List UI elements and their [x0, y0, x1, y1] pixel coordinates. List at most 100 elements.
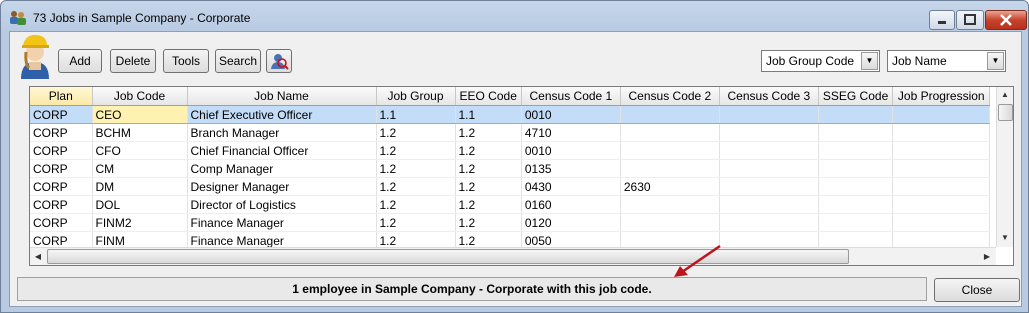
chevron-down-icon[interactable]: ▼: [987, 52, 1004, 70]
column-header[interactable]: SSEG Code: [818, 87, 894, 106]
table-cell[interactable]: [719, 213, 819, 232]
table-cell[interactable]: [620, 159, 720, 178]
table-cell[interactable]: CORP: [30, 141, 93, 160]
column-header[interactable]: Census Code 1: [521, 87, 621, 106]
table-cell[interactable]: [620, 141, 720, 160]
table-cell[interactable]: 1.1: [376, 105, 456, 124]
table-cell[interactable]: Comp Manager: [187, 159, 377, 178]
table-cell[interactable]: CORP: [30, 123, 93, 142]
column-header[interactable]: Job Code: [92, 87, 188, 106]
column-header[interactable]: Census Code 3: [719, 87, 819, 106]
table-cell[interactable]: 1.2: [455, 123, 522, 142]
table-cell[interactable]: DM: [92, 177, 188, 196]
table-cell[interactable]: [818, 105, 894, 124]
jobs-grid[interactable]: Plan Job Code Job Name Job Group EEO Cod…: [29, 86, 1014, 266]
table-cell[interactable]: [719, 159, 819, 178]
table-cell[interactable]: [892, 123, 991, 142]
table-cell[interactable]: 4710: [521, 123, 621, 142]
table-cell[interactable]: Chief Financial Officer: [187, 141, 377, 160]
table-cell[interactable]: 1.2: [376, 177, 456, 196]
table-row[interactable]: CORP FINM2 Finance Manager 1.2 1.2 0120: [30, 213, 991, 232]
table-cell[interactable]: 1.2: [455, 177, 522, 196]
table-cell[interactable]: 1.2: [376, 141, 456, 160]
column-header[interactable]: Job Group: [376, 87, 456, 106]
table-row[interactable]: CORP CM Comp Manager 1.2 1.2 0135: [30, 159, 991, 178]
scroll-right-icon[interactable]: ▶: [979, 248, 995, 265]
vertical-scroll-thumb[interactable]: [998, 104, 1013, 121]
column-header[interactable]: Plan: [30, 87, 93, 106]
table-cell[interactable]: 1.2: [455, 213, 522, 232]
table-cell[interactable]: CFO: [92, 141, 188, 160]
table-cell[interactable]: CORP: [30, 159, 93, 178]
table-cell[interactable]: 0010: [521, 141, 621, 160]
table-cell[interactable]: 2630: [620, 177, 720, 196]
table-cell[interactable]: 1.2: [455, 195, 522, 214]
table-cell[interactable]: [719, 123, 819, 142]
table-cell[interactable]: [892, 105, 991, 124]
table-cell[interactable]: 0120: [521, 213, 621, 232]
table-cell[interactable]: [719, 105, 819, 124]
table-cell[interactable]: [719, 141, 819, 160]
column-header[interactable]: Census Code 2: [620, 87, 720, 106]
table-cell[interactable]: 1.2: [376, 123, 456, 142]
column-header[interactable]: Job Progression: [892, 87, 991, 106]
table-cell[interactable]: [818, 177, 894, 196]
table-cell[interactable]: 0135: [521, 159, 621, 178]
table-row[interactable]: CORP CEO Chief Executive Officer 1.1 1.1 0010: [30, 105, 991, 124]
scroll-left-icon[interactable]: ◀: [30, 248, 46, 265]
job-group-code-select[interactable]: Job Group Code ▼: [761, 50, 880, 72]
table-cell[interactable]: [818, 159, 894, 178]
chevron-down-icon[interactable]: ▼: [861, 52, 878, 70]
table-cell[interactable]: [818, 213, 894, 232]
table-cell[interactable]: [620, 213, 720, 232]
table-cell[interactable]: 0160: [521, 195, 621, 214]
table-cell[interactable]: BCHM: [92, 123, 188, 142]
table-cell[interactable]: 0010: [521, 105, 621, 124]
minimize-button[interactable]: [929, 10, 955, 30]
scroll-down-icon[interactable]: ▼: [997, 230, 1013, 246]
table-row[interactable]: CORP DM Designer Manager 1.2 1.2 0430 2630: [30, 177, 991, 196]
table-cell[interactable]: [892, 177, 991, 196]
table-cell[interactable]: [719, 177, 819, 196]
table-cell[interactable]: CM: [92, 159, 188, 178]
table-cell[interactable]: Branch Manager: [187, 123, 377, 142]
table-cell[interactable]: Designer Manager: [187, 177, 377, 196]
title-bar[interactable]: 73 Jobs in Sample Company - Corporate: [1, 1, 1028, 35]
table-row[interactable]: CORP CFO Chief Financial Officer 1.2 1.2 0010: [30, 141, 991, 160]
table-cell[interactable]: 1.1: [455, 105, 522, 124]
window-close-button[interactable]: [985, 10, 1027, 30]
table-cell[interactable]: [892, 141, 991, 160]
table-cell[interactable]: Finance Manager: [187, 213, 377, 232]
table-cell[interactable]: [818, 123, 894, 142]
search-button[interactable]: Search: [215, 49, 261, 73]
table-cell[interactable]: 1.2: [376, 159, 456, 178]
column-header[interactable]: EEO Code: [455, 87, 522, 106]
table-cell[interactable]: 1.2: [376, 213, 456, 232]
table-cell[interactable]: 1.2: [376, 195, 456, 214]
table-cell[interactable]: Chief Executive Officer: [187, 105, 377, 124]
table-cell[interactable]: DOL: [92, 195, 188, 214]
job-name-select[interactable]: Job Name ▼: [887, 50, 1006, 72]
table-cell[interactable]: CORP: [30, 213, 93, 232]
find-person-button[interactable]: [266, 49, 292, 73]
table-row[interactable]: CORP DOL Director of Logistics 1.2 1.2 0160: [30, 195, 991, 214]
table-cell[interactable]: [818, 195, 894, 214]
table-cell[interactable]: CORP: [30, 177, 93, 196]
table-cell[interactable]: [892, 159, 991, 178]
table-cell[interactable]: CORP: [30, 195, 93, 214]
table-cell[interactable]: [620, 195, 720, 214]
maximize-button[interactable]: [956, 10, 984, 30]
table-row[interactable]: CORP BCHM Branch Manager 1.2 1.2 4710: [30, 123, 991, 142]
column-header[interactable]: Job Name: [187, 87, 377, 106]
vertical-scrollbar[interactable]: ▲ ▼: [996, 87, 1013, 247]
table-cell[interactable]: [719, 195, 819, 214]
table-cell[interactable]: [818, 141, 894, 160]
tools-button[interactable]: Tools: [163, 49, 209, 73]
table-cell[interactable]: CORP: [30, 105, 93, 124]
table-cell[interactable]: [620, 105, 720, 124]
table-cell[interactable]: [892, 195, 991, 214]
table-cell[interactable]: [620, 123, 720, 142]
table-cell[interactable]: 0430: [521, 177, 621, 196]
horizontal-scrollbar[interactable]: ◀ ▶: [30, 247, 996, 265]
table-cell[interactable]: FINM2: [92, 213, 188, 232]
